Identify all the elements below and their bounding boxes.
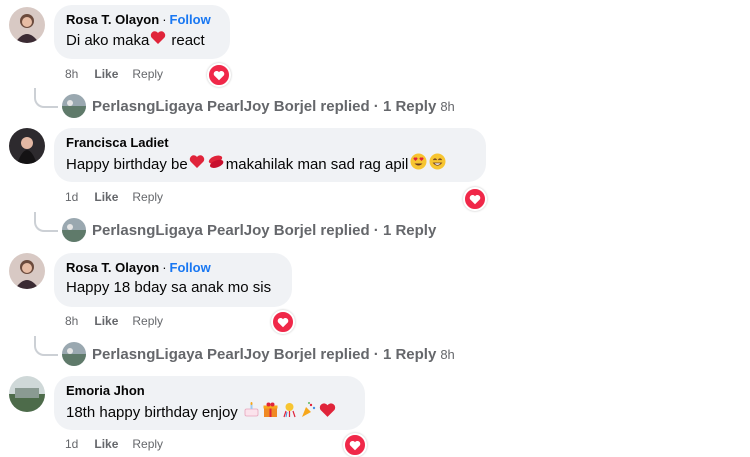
red-heart-icon [189,154,205,175]
comment-text: 18th happy birthday enjoy [66,401,353,424]
comment-text: Happy birthday be makahilak man sad rag … [66,153,474,176]
love-reaction-icon[interactable] [271,310,295,334]
comment-text: Happy 18 bday sa anak mo sis [66,279,272,296]
author-name-link[interactable]: Rosa T. Olayon [66,12,159,27]
birthday-cake-icon [243,401,260,424]
reply-thread-line [34,336,58,356]
comment-text-part: makahilak man sad rag apil [225,155,409,173]
separator-dot: · [162,12,167,27]
comment-text-part: 18th happy birthday enjoy [66,403,242,421]
red-heart-icon [319,402,336,424]
grinning-face-icon [429,153,446,176]
replier-avatar [62,218,86,242]
replier-avatar [62,94,86,118]
reply-button[interactable]: Reply [132,314,163,328]
timestamp[interactable]: 8h [65,67,78,81]
follow-button[interactable]: Follow [170,260,211,275]
timestamp[interactable]: 8h [65,314,78,328]
comment-actions: 1d Like Reply [65,190,163,204]
comment-text-part: react [171,31,205,49]
comment-author: Francisca Ladiet [66,135,474,151]
comment-author: Rosa T. Olayon · Follow [66,12,218,28]
comment-bubble: Rosa T. Olayon · Follow Di ako maka react [54,5,230,59]
author-name-link[interactable]: Francisca Ladiet [66,135,169,150]
follow-button[interactable]: Follow [170,12,211,27]
reply-button[interactable]: Reply [132,67,163,81]
gift-icon [262,401,279,424]
view-replies-link[interactable]: PerlasngLigaya PearlJoy Borjel replied ·… [62,94,455,118]
like-button[interactable]: Like [94,314,118,328]
comment-text-part: Happy birthday be [66,155,188,173]
reply-button[interactable]: Reply [132,190,163,204]
kiss-lips-icon [207,154,225,175]
comment-author: Rosa T. Olayon · Follow [66,260,280,276]
replier-avatar [62,342,86,366]
replies-summary: PerlasngLigaya PearlJoy Borjel replied ·… [92,221,437,239]
like-button[interactable]: Like [94,190,118,204]
red-heart-icon [150,30,166,51]
comment-bubble: Rosa T. Olayon · Follow Happy 18 bday sa a… [54,253,292,307]
separator-dot: · [162,260,167,275]
avatar[interactable] [9,7,45,43]
confetti-ball-icon [281,401,298,424]
love-reaction-icon[interactable] [343,433,367,457]
heart-eyes-face-icon [410,153,427,176]
comment-bubble: Francisca Ladiet Happy birthday be makah… [54,128,486,182]
comment-text: Di ako maka react [66,30,218,51]
like-button[interactable]: Like [94,67,118,81]
avatar[interactable] [9,376,45,412]
reply-timestamp: 8h [440,346,455,362]
author-name-link[interactable]: Rosa T. Olayon [66,260,159,275]
reply-thread-line [34,88,58,108]
comment-bubble: Emoria Jhon 18th happy birthday enjoy [54,376,365,430]
like-button[interactable]: Like [94,437,118,451]
timestamp[interactable]: 1d [65,190,78,204]
avatar[interactable] [9,253,45,289]
reply-timestamp: 8h [440,98,455,114]
view-replies-link[interactable]: PerlasngLigaya PearlJoy Borjel replied ·… [62,342,455,366]
love-reaction-icon[interactable] [463,187,487,211]
replies-summary: PerlasngLigaya PearlJoy Borjel replied ·… [92,345,437,363]
love-reaction-icon[interactable] [207,63,231,87]
comment-text-part: Di ako maka [66,31,150,49]
party-popper-icon [300,401,317,424]
comment-actions: 8h Like Reply [65,314,163,328]
view-replies-link[interactable]: PerlasngLigaya PearlJoy Borjel replied ·… [62,218,436,242]
author-name-link[interactable]: Emoria Jhon [66,383,145,398]
comment-author: Emoria Jhon [66,383,353,399]
reply-button[interactable]: Reply [132,437,163,451]
avatar[interactable] [9,128,45,164]
comment-actions: 1d Like Reply [65,437,163,451]
comment-actions: 8h Like Reply [65,67,163,81]
timestamp[interactable]: 1d [65,437,78,451]
reply-thread-line [34,212,58,232]
replies-summary: PerlasngLigaya PearlJoy Borjel replied ·… [92,97,437,115]
